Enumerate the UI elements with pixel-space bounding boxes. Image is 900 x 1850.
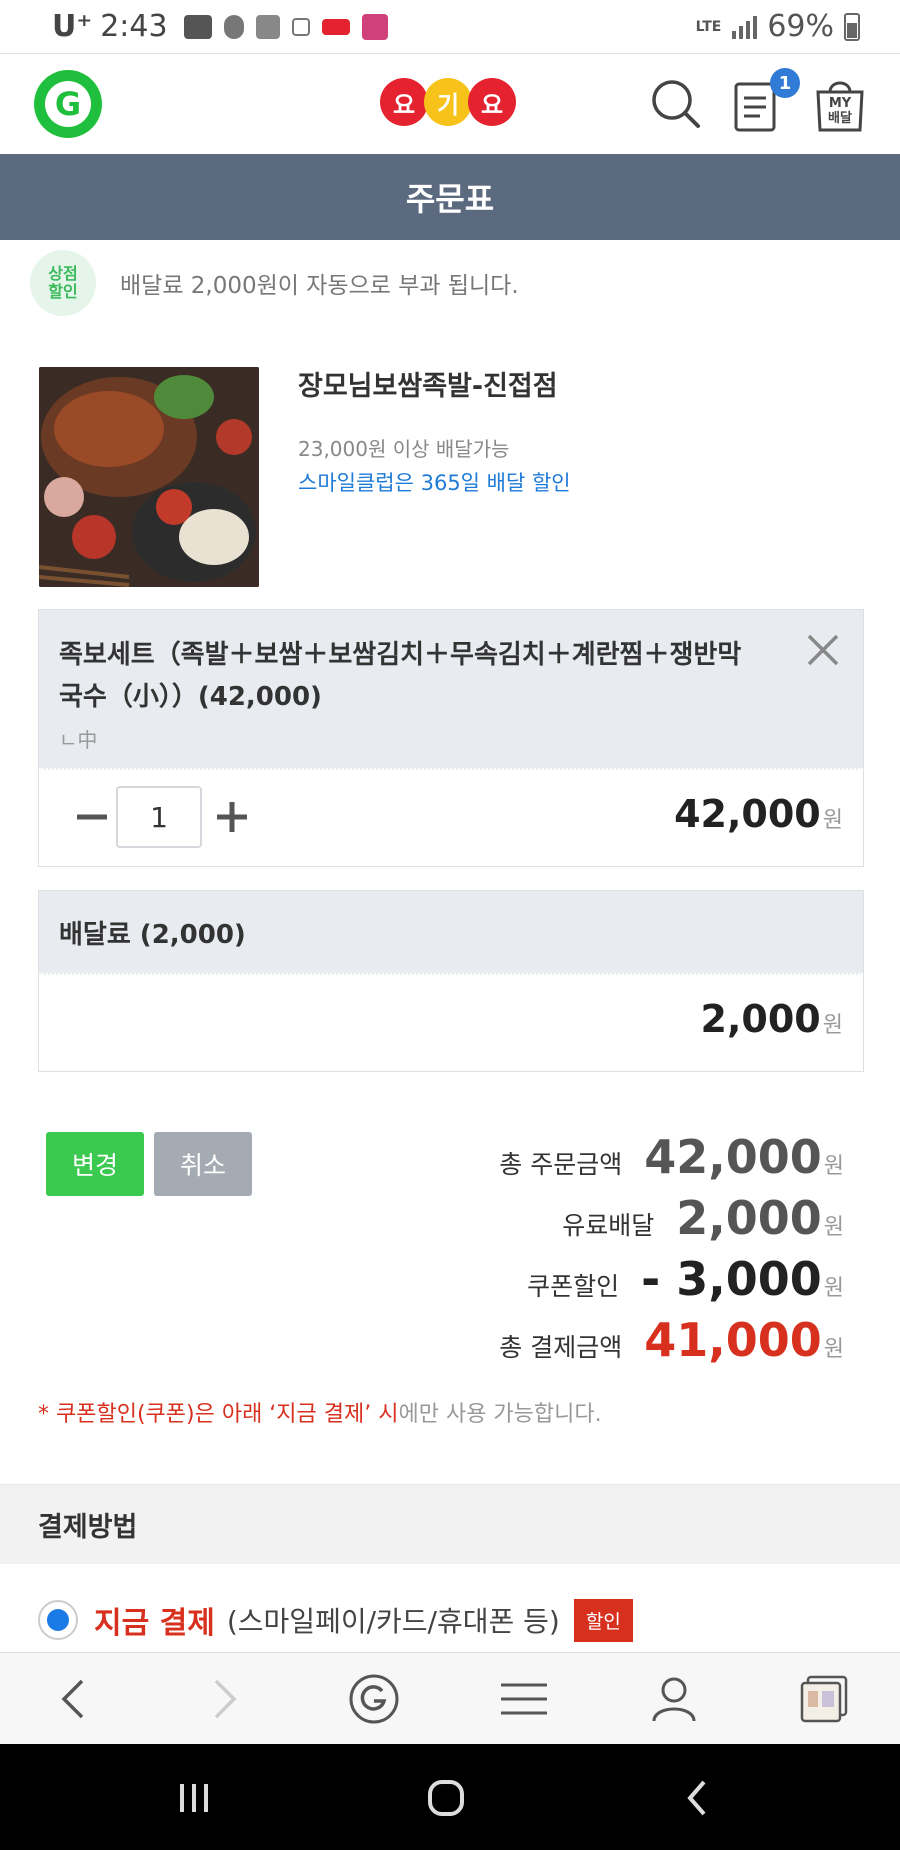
pay-now-label: 지금 결제 [94, 1606, 215, 1641]
status-bar: U⁺ 2:43 LTE 69% [0, 0, 900, 54]
back-icon[interactable] [48, 1673, 100, 1725]
delivery-label: 배달 [828, 111, 852, 126]
system-back-icon[interactable] [676, 1776, 720, 1820]
battery-percent: 69% [767, 9, 834, 44]
coupon-note-rest: 에만 사용 가능합니다. [398, 1402, 602, 1427]
my-delivery-icon[interactable]: MY 배달 [812, 74, 868, 134]
payment-total-value: 41,000 [644, 1313, 822, 1367]
carrier-label: U⁺ [52, 9, 93, 44]
notification-icons [183, 13, 388, 40]
pay-now-option[interactable]: 지금 결제 (스마일페이/카드/휴대폰 등) 할인 [38, 1598, 633, 1642]
delivery-fee-price: 2,000 원 [701, 997, 843, 1041]
radio-selected-dot [47, 1609, 69, 1631]
order-item-option: ㄴ中 [59, 728, 98, 752]
page-title: 주문표 [0, 154, 900, 240]
forward-icon[interactable] [198, 1673, 250, 1725]
brand-syllable-2: 기 [424, 78, 472, 126]
order-item-header: 족보세트（족발＋보쌈＋보쌈김치＋무속김치＋계란찜＋쟁반막국수（小））(42,00… [39, 610, 863, 770]
delivery-fee-value: 2,000 [700, 997, 821, 1041]
remove-item-close-icon[interactable] [803, 630, 843, 670]
coupon-discount-currency: 원 [823, 1276, 844, 1301]
menu-icon[interactable] [498, 1673, 550, 1725]
app-icon [223, 14, 244, 39]
order-item-price: 42,000 원 [674, 792, 843, 836]
coupon-note-highlight: * 쿠폰할인(쿠폰)은 아래 ‘지금 결제’ 시 [38, 1402, 399, 1427]
coupon-note: * 쿠폰할인(쿠폰)은 아래 ‘지금 결제’ 시에만 사용 가능합니다. [38, 1396, 602, 1428]
discount-badge: 할인 [573, 1598, 633, 1642]
delivery-fee-label: 배달료 (2,000) [39, 891, 863, 975]
delivery-fee-card: 배달료 (2,000) 2,000 원 [38, 890, 864, 1072]
payment-method-heading: 결제방법 [0, 1484, 900, 1564]
delivery-fee-currency: 원 [822, 1013, 843, 1038]
recent-items-icon[interactable] [798, 1673, 850, 1725]
lock-icon [291, 17, 310, 36]
payment-total-row: 총 결제금액 41,000 원 [424, 1313, 844, 1374]
badge-line-2: 할인 [48, 282, 78, 301]
paid-delivery-label: 유료배달 [562, 1211, 655, 1240]
brand-syllable-3: 요 [468, 78, 516, 126]
home-icon[interactable] [424, 1776, 468, 1820]
order-item-card: 족보세트（족발＋보쌈＋보쌈김치＋무속김치＋계란찜＋쟁반막국수（小））(42,00… [38, 609, 864, 867]
order-total-label: 총 주문금액 [499, 1150, 623, 1179]
coupon-discount-row: 쿠폰할인 - 3,000 원 [424, 1252, 844, 1313]
battery-icon [844, 12, 860, 41]
android-nav-bar [0, 1744, 900, 1850]
order-list-icon[interactable]: 1 [732, 68, 800, 134]
store-name[interactable]: 장모님보쌈족발-진접점 [298, 364, 558, 403]
signal-icon [732, 15, 758, 39]
item-price-currency: 원 [822, 808, 843, 833]
my-delivery-label: MY 배달 [812, 96, 868, 126]
youtube-icon [183, 14, 212, 39]
notice-text: 배달료 2,000원이 자동으로 부과 됩니다. [120, 273, 519, 299]
browser-toolbar [0, 1652, 900, 1744]
payment-total-label: 총 결제금액 [499, 1333, 623, 1362]
cancel-button[interactable]: 취소 [154, 1132, 252, 1196]
search-icon[interactable] [648, 74, 704, 134]
quantity-input[interactable]: 1 [116, 786, 202, 848]
quantity-decrease-button[interactable] [73, 798, 111, 836]
change-button[interactable]: 변경 [46, 1132, 144, 1196]
lock-app-icon [361, 13, 388, 40]
pay-now-radio[interactable] [38, 1600, 78, 1640]
logo-letter: G [45, 81, 91, 127]
app-header: G 요 기 요 1 MY 배달 [0, 54, 900, 154]
cart-count-badge: 1 [770, 68, 800, 98]
paid-delivery-row: 유료배달 2,000 원 [424, 1191, 844, 1252]
coupon-discount-value: - 3,000 [641, 1252, 822, 1306]
order-total-currency: 원 [823, 1154, 844, 1179]
pay-now-methods: (스마일페이/카드/휴대폰 등) [226, 1605, 560, 1638]
store-discount-badge: 상점 할인 [30, 250, 96, 316]
payment-total-currency: 원 [823, 1337, 844, 1362]
min-order-text: 23,000원 이상 배달가능 [298, 437, 510, 461]
store-image[interactable] [39, 367, 259, 587]
delivery-fee-notice: 상점 할인 배달료 2,000원이 자동으로 부과 됩니다. [30, 250, 519, 316]
clock: 2:43 [100, 9, 168, 44]
app-red-icon [321, 18, 350, 35]
order-item-name: 족보세트（족발＋보쌈＋보쌈김치＋무속김치＋계란찜＋쟁반막국수（小））(42,00… [59, 640, 742, 712]
my-label: MY [828, 96, 852, 111]
item-price-value: 42,000 [674, 792, 821, 836]
yogiyo-logo[interactable]: 요 기 요 [380, 78, 516, 126]
account-icon[interactable] [648, 1673, 700, 1725]
quantity-increase-button[interactable] [213, 798, 251, 836]
coupon-discount-label: 쿠폰할인 [527, 1272, 620, 1301]
lte-icon: LTE [695, 18, 722, 35]
paid-delivery-currency: 원 [823, 1215, 844, 1240]
smile-club-link[interactable]: 스마일클럽은 365일 배달 할인 [298, 467, 571, 497]
delivery-fee-row: 2,000 원 [39, 975, 863, 1071]
recent-apps-icon[interactable] [172, 1776, 216, 1820]
paid-delivery-value: 2,000 [676, 1191, 822, 1245]
signal-off-icon [255, 14, 280, 39]
status-right: LTE 69% [696, 9, 860, 44]
order-totals: 총 주문금액 42,000 원 유료배달 2,000 원 쿠폰할인 - 3,00… [424, 1130, 844, 1374]
brand-syllable-1: 요 [380, 78, 428, 126]
quantity-row: 1 42,000 원 [39, 770, 863, 868]
gmarket-home-icon[interactable] [348, 1673, 400, 1725]
badge-line-1: 상점 [48, 264, 78, 283]
food-photo [39, 367, 259, 587]
gmarket-logo[interactable]: G [34, 70, 102, 138]
order-total-row: 총 주문금액 42,000 원 [424, 1130, 844, 1191]
order-total-value: 42,000 [644, 1130, 822, 1184]
